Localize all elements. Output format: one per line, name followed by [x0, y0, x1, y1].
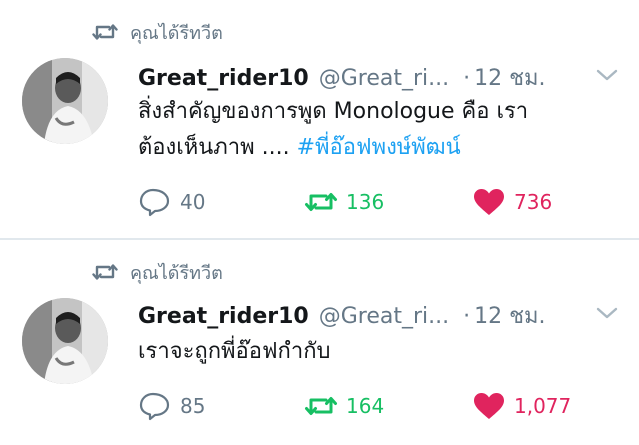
tweet-text: เราจะถูกพี่อ๊อฟกำกับ [138, 334, 608, 370]
retweet-button[interactable]: 136 [304, 184, 384, 220]
retweet-icon [92, 24, 118, 40]
reply-icon [139, 392, 170, 421]
tweet-actions: 40 136 736 [138, 184, 608, 220]
avatar[interactable] [22, 298, 108, 384]
heart-icon [474, 189, 504, 215]
chevron-down-icon[interactable] [594, 304, 620, 322]
retweet-icon [305, 193, 337, 211]
separator-dot: · [463, 304, 471, 329]
like-button[interactable]: 1,077 [472, 388, 571, 424]
tweet-text-line: สิ่งสำคัญของการพูด Monologue คือ เรา [138, 99, 529, 124]
tweet-text: สิ่งสำคัญของการพูด Monologue คือ เรา ต้อ… [138, 94, 608, 166]
retweet-count: 164 [346, 394, 385, 418]
retweet-context: คุณได้รีทวีต [92, 260, 223, 284]
timestamp[interactable]: 12 ชม. [474, 60, 545, 95]
reply-count: 85 [180, 394, 206, 418]
tweet-header: Great_rider10 @Great_ri... · 12 ชม. [138, 60, 578, 92]
display-name[interactable]: Great_rider10 [138, 66, 309, 91]
like-count: 1,077 [514, 394, 572, 418]
reply-button[interactable]: 85 [138, 388, 205, 424]
retweet-context-label: คุณได้รีทวีต [130, 22, 223, 44]
reply-count: 40 [180, 190, 206, 214]
tweet-header: Great_rider10 @Great_ri... · 12 ชม. [138, 298, 578, 330]
display-name[interactable]: Great_rider10 [138, 304, 309, 329]
retweet-context: คุณได้รีทวีต [92, 20, 223, 44]
timestamp[interactable]: 12 ชม. [474, 298, 545, 333]
tweet-text-line: ต้องเห็นภาพ .... #พี่อ๊อฟพงษ์พัฒน์ [138, 130, 608, 166]
chevron-down-icon[interactable] [594, 66, 620, 84]
user-handle[interactable]: @Great_ri... [319, 66, 449, 91]
retweet-button[interactable]: 164 [304, 388, 384, 424]
retweet-icon [305, 397, 337, 415]
hashtag-link[interactable]: #พี่อ๊อฟพงษ์พัฒน์ [297, 135, 461, 160]
avatar-photo [22, 298, 108, 384]
reply-icon [139, 188, 170, 217]
retweet-context-label: คุณได้รีทวีต [130, 262, 223, 284]
like-button[interactable]: 736 [472, 184, 552, 220]
retweet-icon [92, 264, 118, 280]
tweet[interactable]: คุณได้รีทวีต Great_rider10 @Great_ri... … [0, 240, 639, 445]
avatar-photo [22, 58, 108, 144]
avatar[interactable] [22, 58, 108, 144]
like-count: 736 [514, 190, 553, 214]
separator-dot: · [463, 66, 471, 91]
tweet-actions: 85 164 1,077 [138, 388, 608, 424]
tweet-text-line: เราจะถูกพี่อ๊อฟกำกับ [138, 339, 331, 364]
retweet-count: 136 [346, 190, 385, 214]
heart-icon [474, 393, 504, 419]
tweet-text-fragment: ต้องเห็นภาพ .... [138, 135, 297, 160]
user-handle[interactable]: @Great_ri... [319, 304, 449, 329]
tweet[interactable]: คุณได้รีทวีต Great_rider10 @Great_ri... … [0, 0, 639, 238]
reply-button[interactable]: 40 [138, 184, 205, 220]
